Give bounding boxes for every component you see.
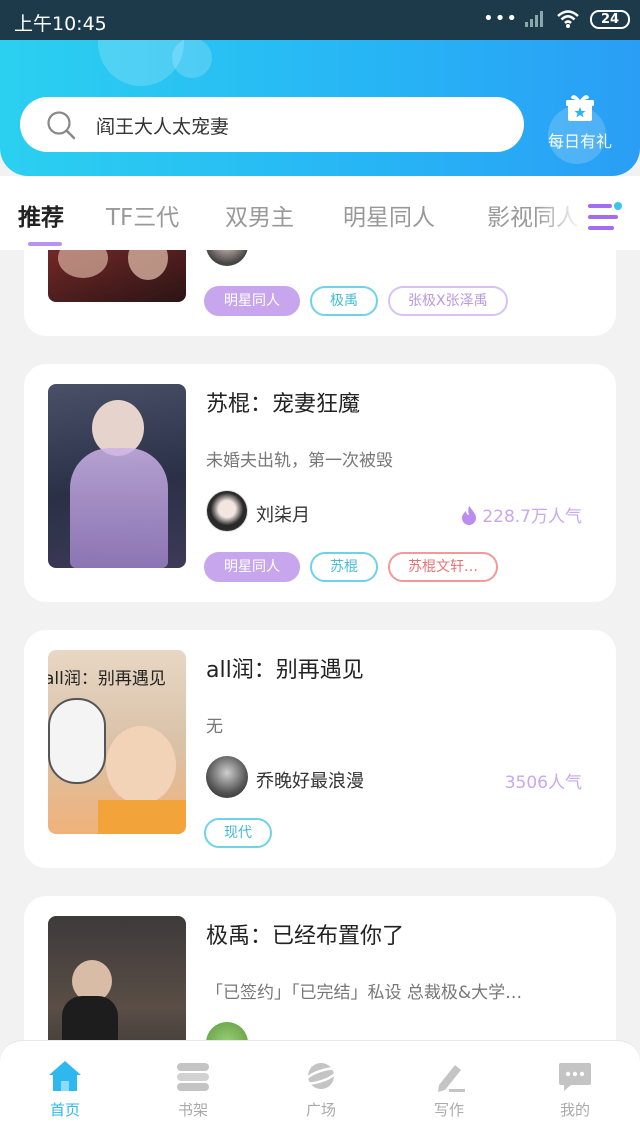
author-name: 刘柒月 bbox=[256, 505, 310, 526]
story-tag[interactable]: 张极X张泽禹 bbox=[388, 286, 508, 316]
daily-gift-label: 每日有礼 bbox=[547, 132, 612, 151]
popularity-text: 3506人气 bbox=[504, 773, 582, 793]
wifi-icon bbox=[557, 10, 579, 28]
story-feed[interactable]: 明星同人 极禹 张极X张泽禹 苏棍：宠妻狂魔 未婚夫出轨，第一次被毁 刘柒月 228… bbox=[0, 250, 640, 1040]
flame-icon bbox=[462, 506, 477, 525]
nav-write[interactable]: 写作 bbox=[404, 1059, 494, 1120]
story-tag[interactable]: 明星同人 bbox=[204, 552, 300, 582]
search-bar[interactable]: 阎王大人太宠妻 bbox=[20, 97, 524, 152]
home-icon bbox=[49, 1061, 81, 1091]
bottom-navigation: 首页 书架 广场 写作 我的 bbox=[0, 1040, 640, 1138]
chat-bubble-icon bbox=[559, 1063, 591, 1091]
story-title: 极禹：已经布置你了 bbox=[206, 924, 405, 949]
status-bar: 上午10:45 ••• 24 bbox=[0, 0, 640, 40]
story-description: 未婚夫出轨，第一次被毁 bbox=[206, 451, 393, 471]
story-tag[interactable]: 苏棍 bbox=[310, 552, 378, 582]
story-cover-image bbox=[48, 916, 186, 1040]
tab-tf-gen3[interactable]: TF三代 bbox=[106, 198, 179, 232]
popularity-count: 3506人气 bbox=[505, 768, 582, 793]
story-cover-image bbox=[48, 384, 186, 568]
story-tags: 明星同人 极禹 张极X张泽禹 bbox=[204, 286, 518, 318]
nav-label: 首页 bbox=[49, 1101, 80, 1119]
category-menu-button[interactable] bbox=[584, 200, 622, 234]
story-cover-image: all润：别再遇见 bbox=[48, 650, 186, 834]
story-title: 苏棍：宠妻狂魔 bbox=[206, 392, 361, 417]
author-name: 乔晚好最浪漫 bbox=[256, 771, 364, 792]
story-card[interactable]: 明星同人 极禹 张极X张泽禹 bbox=[24, 250, 616, 336]
story-description: 「已签约」「已完结」私设 总裁极&大学… bbox=[206, 983, 523, 1003]
nav-bookshelf[interactable]: 书架 bbox=[148, 1059, 238, 1120]
story-description: 无 bbox=[206, 717, 223, 737]
popularity-text: 228.7万人气 bbox=[482, 507, 582, 527]
nav-square[interactable]: 广场 bbox=[276, 1059, 366, 1120]
story-card[interactable]: 极禹：已经布置你了 「已签约」「已完结」私设 总裁极&大学… bbox=[24, 896, 616, 1040]
active-tab-indicator bbox=[28, 242, 62, 246]
nav-label: 写作 bbox=[433, 1101, 464, 1119]
daily-gift-button[interactable]: 每日有礼 bbox=[540, 94, 620, 156]
nav-label: 广场 bbox=[305, 1101, 336, 1119]
more-dots-icon: ••• bbox=[483, 8, 518, 29]
story-tag[interactable]: 极禹 bbox=[310, 286, 378, 316]
story-card[interactable]: 苏棍：宠妻狂魔 未婚夫出轨，第一次被毁 刘柒月 228.7万人气 明星同人 苏棍苏… bbox=[24, 364, 616, 602]
bookshelf-icon bbox=[177, 1063, 209, 1091]
status-time: 上午10:45 bbox=[14, 13, 107, 35]
pen-icon bbox=[438, 1065, 465, 1092]
nav-home[interactable]: 首页 bbox=[20, 1059, 110, 1120]
nav-label: 我的 bbox=[559, 1101, 590, 1119]
story-tag[interactable]: 明星同人 bbox=[204, 286, 300, 316]
cover-title-text: all润：别再遇见 bbox=[48, 669, 166, 689]
story-tags: 现代 bbox=[204, 818, 282, 850]
search-icon bbox=[47, 111, 76, 140]
tab-celebrity-fanfic[interactable]: 明星同人 bbox=[343, 198, 435, 232]
author-avatar bbox=[206, 1022, 248, 1040]
decorative-bubble bbox=[98, 40, 184, 86]
cell-signal-icon bbox=[525, 11, 543, 27]
story-tags: 明星同人 苏棍 苏棍文轩… bbox=[204, 552, 508, 584]
author-avatar bbox=[206, 756, 248, 798]
category-tabs: 推荐 TF三代 双男主 明星同人 影视同人 bbox=[0, 176, 640, 250]
story-title: all润：别再遇见 bbox=[206, 658, 364, 683]
story-tag[interactable]: 现代 bbox=[204, 818, 272, 848]
battery-indicator: 24 bbox=[590, 10, 630, 29]
author-avatar bbox=[206, 250, 248, 266]
nav-profile[interactable]: 我的 bbox=[530, 1059, 620, 1120]
planet-icon bbox=[303, 1063, 339, 1089]
tab-recommend[interactable]: 推荐 bbox=[18, 198, 64, 232]
gift-icon bbox=[566, 95, 594, 121]
nav-label: 书架 bbox=[177, 1101, 208, 1119]
story-tag[interactable]: 苏棍文轩… bbox=[388, 552, 498, 582]
story-cover-image bbox=[48, 250, 186, 302]
author-avatar bbox=[206, 490, 248, 532]
tab-bl[interactable]: 双男主 bbox=[225, 198, 294, 232]
popularity-count: 228.7万人气 bbox=[460, 502, 582, 527]
search-input[interactable]: 阎王大人太宠妻 bbox=[96, 112, 229, 139]
header: 阎王大人太宠妻 每日有礼 bbox=[0, 40, 640, 176]
decorative-bubble bbox=[172, 40, 212, 78]
story-card[interactable]: all润：别再遇见 all润：别再遇见 无 乔晚好最浪漫 3506人气 现代 bbox=[24, 630, 616, 868]
